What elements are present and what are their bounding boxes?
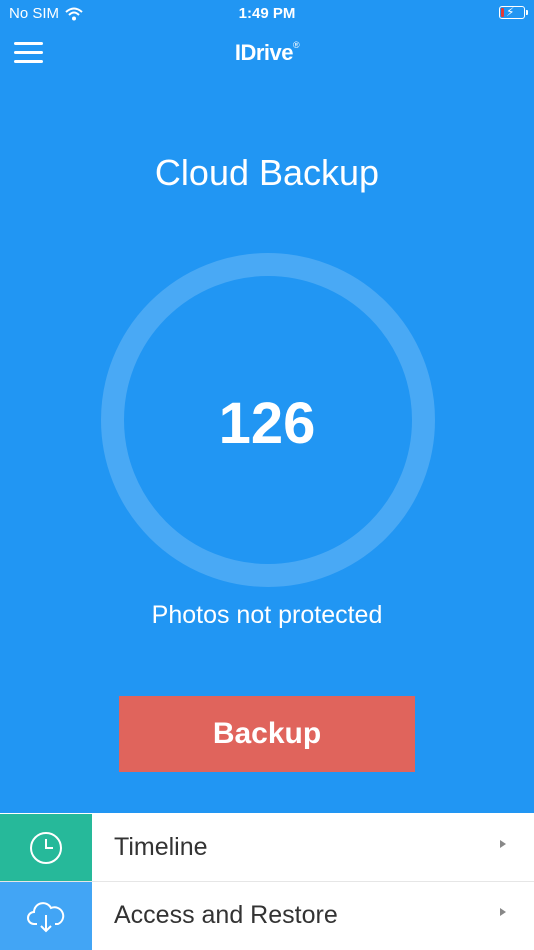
menu-item-label: Access and Restore [114, 901, 338, 929]
menu-item-timeline[interactable]: Timeline [0, 814, 534, 882]
logo-registered-mark: ® [293, 40, 300, 50]
status-time: 1:49 PM [238, 5, 296, 22]
charging-bolt-icon: ⚡ [506, 5, 515, 19]
bottom-menu: Timeline Access and Restore [0, 813, 534, 950]
status-subtitle: Photos not protected [151, 601, 383, 629]
chevron-right-icon [500, 908, 506, 916]
unprotected-count: 126 [218, 391, 316, 456]
idrive-logo: IDrive® [0, 40, 534, 66]
clock-icon [30, 831, 62, 864]
timeline-icon-box [0, 814, 92, 881]
battery-icon: ⚡ [499, 5, 528, 19]
menu-item-label: Timeline [114, 833, 208, 861]
status-bar: No SIM 1:49 PM ⚡ [0, 0, 534, 28]
chevron-right-icon [500, 840, 506, 848]
battery-fill [501, 8, 504, 17]
restore-icon-box [0, 882, 92, 950]
backup-button[interactable]: Backup [119, 696, 415, 772]
page-title: Cloud Backup [154, 152, 380, 193]
cloud-download-icon [27, 902, 65, 933]
menu-item-access-restore[interactable]: Access and Restore [0, 882, 534, 950]
logo-text: IDrive [234, 40, 294, 65]
